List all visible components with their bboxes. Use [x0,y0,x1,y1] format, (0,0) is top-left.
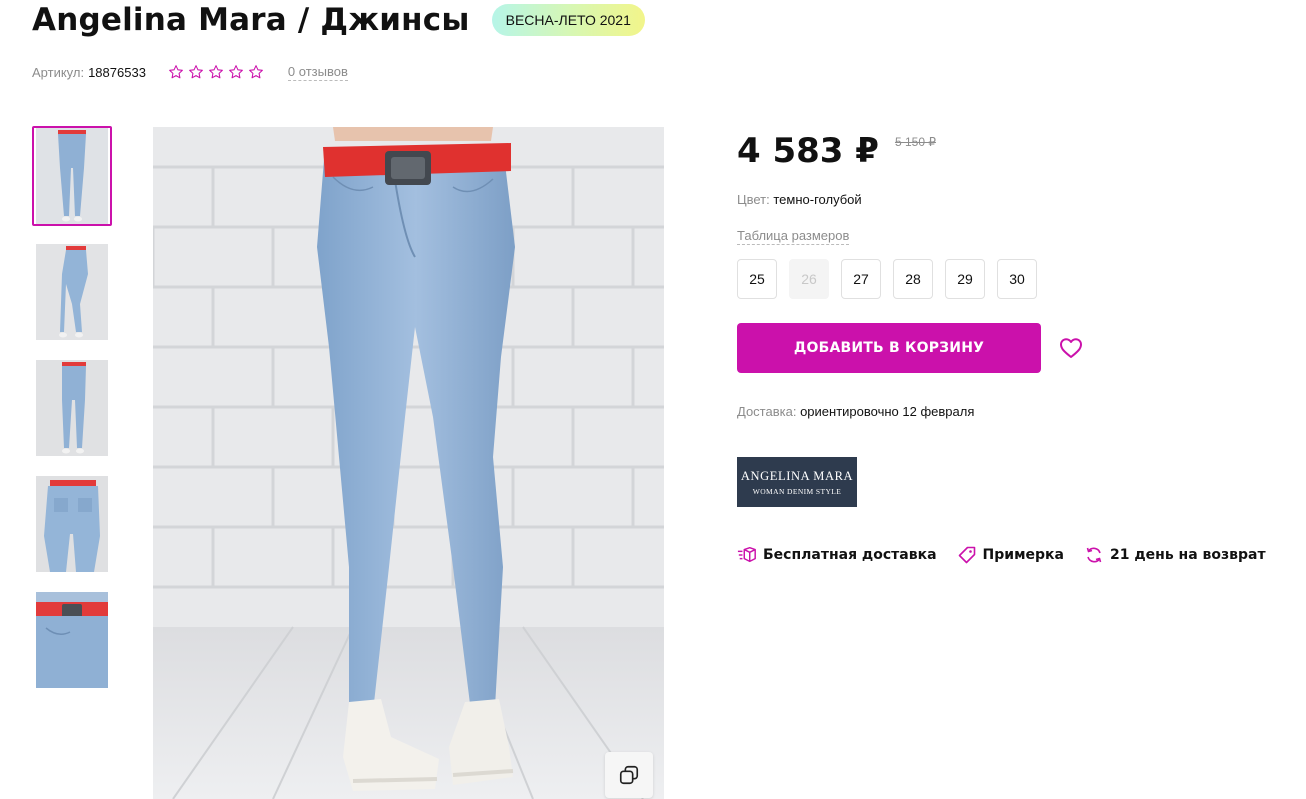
thumbnail-back[interactable] [32,474,112,574]
delivery-date: ориентировочно 12 февраля [800,404,975,419]
star-icon [249,65,263,79]
size-option[interactable]: 30 [997,259,1037,299]
star-icon [169,65,183,79]
delivery-label: Доставка: [737,404,797,419]
thumbnail-front[interactable] [32,126,112,226]
brand-name: ANGELINA MARA [740,468,854,483]
thumbnail-image [36,592,108,688]
copy-icon [619,765,639,785]
season-badge: ВЕСНА-ЛЕТО 2021 [491,4,645,36]
delivery-truck-icon [737,545,757,565]
price-tag-icon [957,545,977,565]
product-meta: Артикул: 18876533 0 отзывов [32,61,348,83]
size-option[interactable]: 25 [737,259,777,299]
benefit-free-delivery: Бесплатная доставка [737,545,937,565]
brand-tagline: WOMAN DENIM STYLE [752,486,842,496]
add-to-cart-button[interactable]: ДОБАВИТЬ В КОРЗИНУ [737,323,1041,373]
color-label: Цвет: [737,192,770,207]
size-option[interactable]: 27 [841,259,881,299]
thumbnail-image [36,476,108,572]
star-icon [209,65,223,79]
color-info: Цвет: темно-голубой [737,192,862,207]
benefits-row: Бесплатная доставка Примерка 21 день на … [737,544,1286,566]
thumbnail-image [36,128,108,224]
rating-stars [168,64,264,80]
benefit-label: 21 день на возврат [1110,547,1266,563]
product-photo [153,127,664,799]
thumbnail-belt[interactable] [32,590,112,690]
star-icon [229,65,243,79]
size-option-unavailable: 26 [789,259,829,299]
brand-logo[interactable]: ANGELINA MARA WOMAN DENIM STYLE [737,457,857,507]
star-icon [189,65,203,79]
heart-icon [1060,338,1082,358]
benefit-return: 21 день на возврат [1084,545,1266,565]
thumbnail-front-2[interactable] [32,358,112,458]
size-option[interactable]: 28 [893,259,933,299]
size-option[interactable]: 29 [945,259,985,299]
product-header: Angelina Mara / Джинсы ВЕСНА-ЛЕТО 2021 [32,0,645,40]
thumbnail-image [36,244,108,340]
old-price: 5 150 ₽ [894,135,936,149]
article-label: Артикул: [32,64,85,80]
main-product-image[interactable] [153,127,664,799]
benefit-label: Бесплатная доставка [763,547,937,563]
article-number: 18876533 [88,64,146,80]
benefit-fitting: Примерка [957,545,1064,565]
size-selector: 25 26 27 28 29 30 [737,259,1037,299]
favorite-button[interactable] [1057,335,1085,361]
delivery-info: Доставка: ориентировочно 12 февраля [737,404,974,419]
color-value: темно-голубой [773,192,862,207]
refresh-icon [1084,545,1104,565]
size-table-link[interactable]: Таблица размеров [737,228,850,245]
thumbnail-side[interactable] [32,242,112,342]
price-block: 4 583 ₽ 5 150 ₽ [737,128,936,176]
zoom-button[interactable] [605,752,653,798]
current-price: 4 583 ₽ [737,131,879,171]
thumbnail-image [36,360,108,456]
benefit-label: Примерка [982,547,1064,563]
reviews-link[interactable]: 0 отзывов [287,64,348,81]
product-title: Angelina Mara / Джинсы [32,2,470,38]
